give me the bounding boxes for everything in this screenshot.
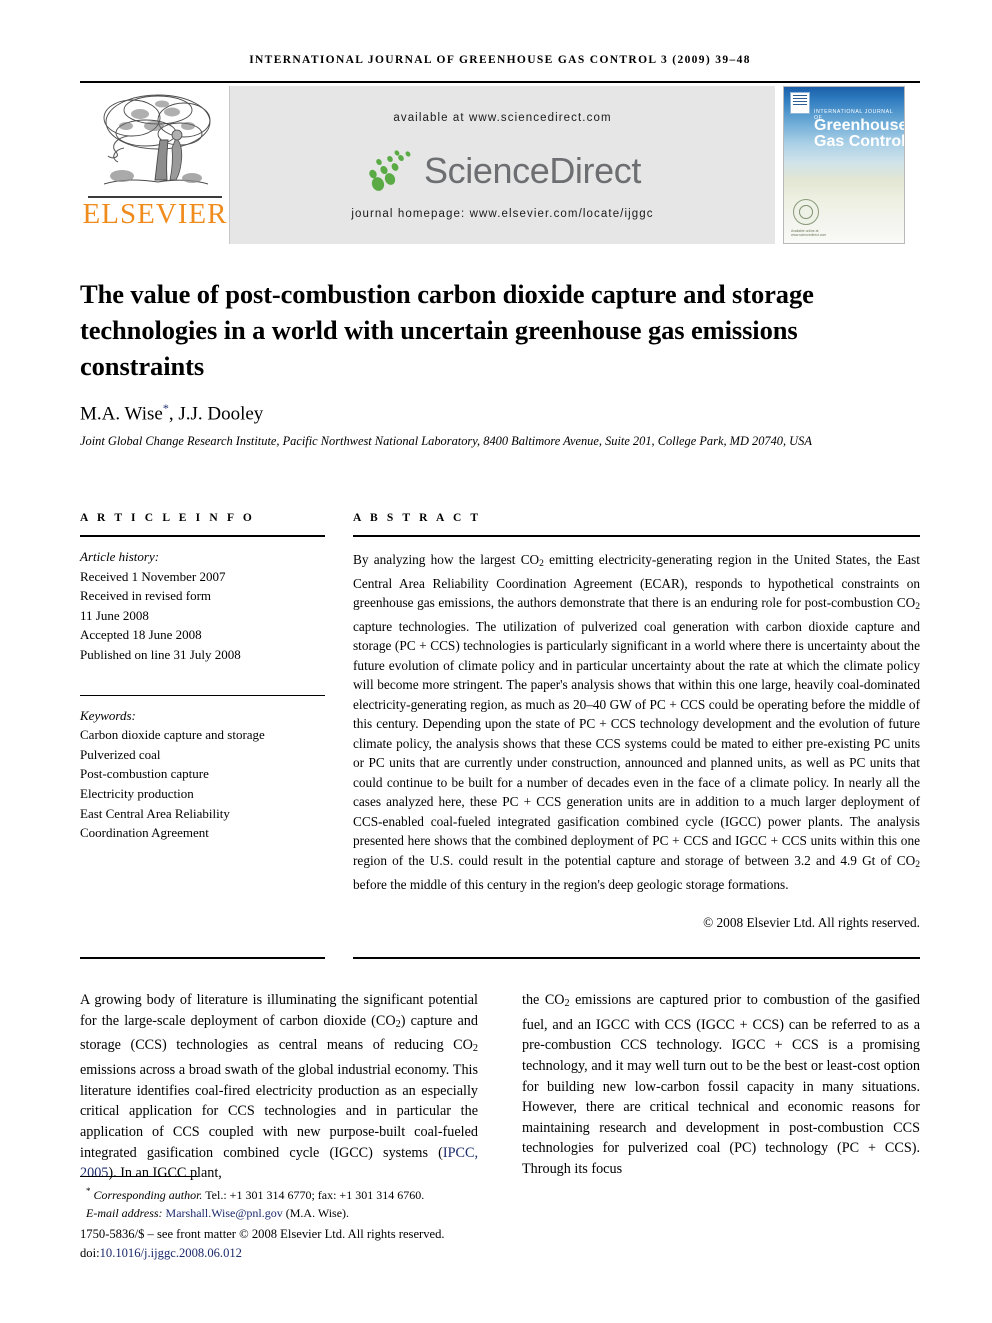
abstract-seg-3: capture technologies. The utilization of… — [353, 618, 920, 868]
cover-title: Greenhouse Gas Control — [814, 117, 905, 150]
sciencedirect-wordmark: ScienceDirect — [424, 150, 641, 191]
history-item: Published on line 31 July 2008 — [80, 646, 241, 662]
article-info-rule — [80, 535, 325, 537]
abstract-seg-4: before the middle of this century in the… — [353, 876, 789, 892]
running-head-rule — [80, 81, 920, 83]
running-head: International Journal of Greenhouse Gas … — [249, 54, 751, 66]
article-info-bottom-rule — [80, 957, 325, 959]
abstract-column: A B S T R A C T By analyzing how the lar… — [353, 512, 920, 933]
sciencedirect-band: available at www.sciencedirect.com Scien… — [230, 86, 775, 244]
available-at-text: available at www.sciencedirect.com — [393, 112, 612, 124]
elsevier-logo-block: ELSEVIER — [80, 86, 230, 244]
abstract-text: By analyzing how the largest CO2 emittin… — [353, 550, 920, 894]
elsevier-tree-logo-icon — [88, 88, 222, 200]
history-item: Accepted 18 June 2008 — [80, 627, 202, 643]
author-primary: M.A. Wise — [80, 403, 163, 425]
body-right-seg-2: emissions are captured prior to combusti… — [522, 992, 920, 1177]
page-title: The value of post-combustion carbon diox… — [80, 278, 814, 381]
email-label: E-mail address: — [86, 1205, 163, 1220]
keywords-label: Keywords: — [80, 707, 136, 723]
corresponding-author-note: * Corresponding author. Tel.: +1 301 314… — [80, 1183, 500, 1205]
email-attribution: (M.A. Wise). — [282, 1205, 350, 1220]
imprint-block: 1750-5836/$ – see front matter © 2008 El… — [80, 1225, 520, 1262]
footnote-block: * Corresponding author. Tel.: +1 301 314… — [80, 1183, 500, 1222]
cover-seal-caption: Available online at www.sciencedirect.co… — [791, 229, 827, 237]
elsevier-tree-mark-icon — [790, 92, 810, 114]
masthead-band: ELSEVIER available at www.sciencedirect.… — [80, 86, 920, 244]
author-secondary: , J.J. Dooley — [168, 403, 264, 425]
cover-title-line1: Greenhouse — [814, 117, 905, 134]
sciencedirect-leaves-icon — [364, 149, 420, 193]
keywords-block: Keywords: Carbon dioxide capture and sto… — [80, 706, 325, 843]
abstract-bottom-rule — [353, 957, 920, 959]
affiliation: Joint Global Change Research Institute, … — [80, 434, 812, 448]
abstract-seg-1: By analyzing how the largest CO — [353, 552, 540, 568]
cover-title-line2: Gas Control — [814, 133, 905, 150]
co2-subscript: 2 — [915, 601, 920, 613]
abstract-rule — [353, 535, 920, 537]
doi-label: doi: — [80, 1245, 100, 1260]
email-note: E-mail address: Marshall.Wise@pnl.gov (M… — [80, 1205, 500, 1223]
body-column-left: A growing body of literature is illumina… — [80, 990, 478, 1184]
keyword-item: Carbon dioxide capture and storage — [80, 727, 265, 743]
author-list: M.A. Wise*, J.J. Dooley — [80, 396, 880, 426]
doi-link[interactable]: 10.1016/j.ijggc.2008.06.012 — [100, 1246, 242, 1260]
keyword-item: Coordination Agreement — [80, 825, 209, 841]
co2-subscript: 2 — [915, 859, 920, 871]
co2-subscript: 2 — [472, 1043, 478, 1055]
keyword-item: Post-combustion capture — [80, 766, 209, 782]
article-info-column: A R T I C L E I N F O Article history: R… — [80, 512, 325, 843]
journal-homepage-text[interactable]: journal homepage: www.elsevier.com/locat… — [230, 208, 775, 220]
keyword-item: Electricity production — [80, 785, 194, 801]
email-link[interactable]: Marshall.Wise@pnl.gov — [166, 1206, 283, 1220]
certification-seal-icon — [793, 199, 819, 225]
corresponding-author-label: Corresponding author. — [93, 1188, 203, 1202]
article-history-block: Article history: Received 1 November 200… — [80, 547, 325, 665]
issn-front-matter: 1750-5836/$ – see front matter © 2008 El… — [80, 1227, 445, 1241]
article-first-page: International Journal of Greenhouse Gas … — [0, 0, 992, 1323]
history-item: 11 June 2008 — [80, 607, 149, 623]
keyword-item: Pulverized coal — [80, 746, 161, 762]
body-column-right: the CO2 emissions are captured prior to … — [522, 990, 920, 1180]
abstract-copyright: © 2008 Elsevier Ltd. All rights reserved… — [703, 915, 920, 931]
body-right-seg-1: the CO — [522, 992, 565, 1008]
elsevier-wordmark: ELSEVIER — [82, 198, 228, 230]
article-info-heading: A R T I C L E I N F O — [80, 512, 255, 524]
footnote-rule — [80, 1176, 198, 1177]
body-left-seg-3: emissions across a broad swath of the gl… — [80, 1062, 478, 1161]
abstract-heading: A B S T R A C T — [353, 512, 482, 524]
keyword-item: East Central Area Reliability — [80, 805, 230, 821]
corresponding-author-contact: Tel.: +1 301 314 6770; fax: +1 301 314 6… — [202, 1188, 425, 1202]
history-item: Received 1 November 2007 — [80, 568, 226, 584]
journal-cover-thumbnail[interactable]: International Journal of Greenhouse Gas … — [783, 86, 905, 244]
sciencedirect-logo[interactable]: ScienceDirect — [230, 144, 775, 198]
article-history-label: Article history: — [80, 549, 160, 564]
keywords-divider — [80, 694, 325, 696]
history-item: Received in revised form — [80, 588, 212, 604]
doi-line: doi:10.1016/j.ijggc.2008.06.012 — [80, 1244, 520, 1263]
body-left-seg-4: ). In an IGCC plant, — [108, 1165, 222, 1182]
footnote-star-marker: * — [86, 1186, 91, 1196]
